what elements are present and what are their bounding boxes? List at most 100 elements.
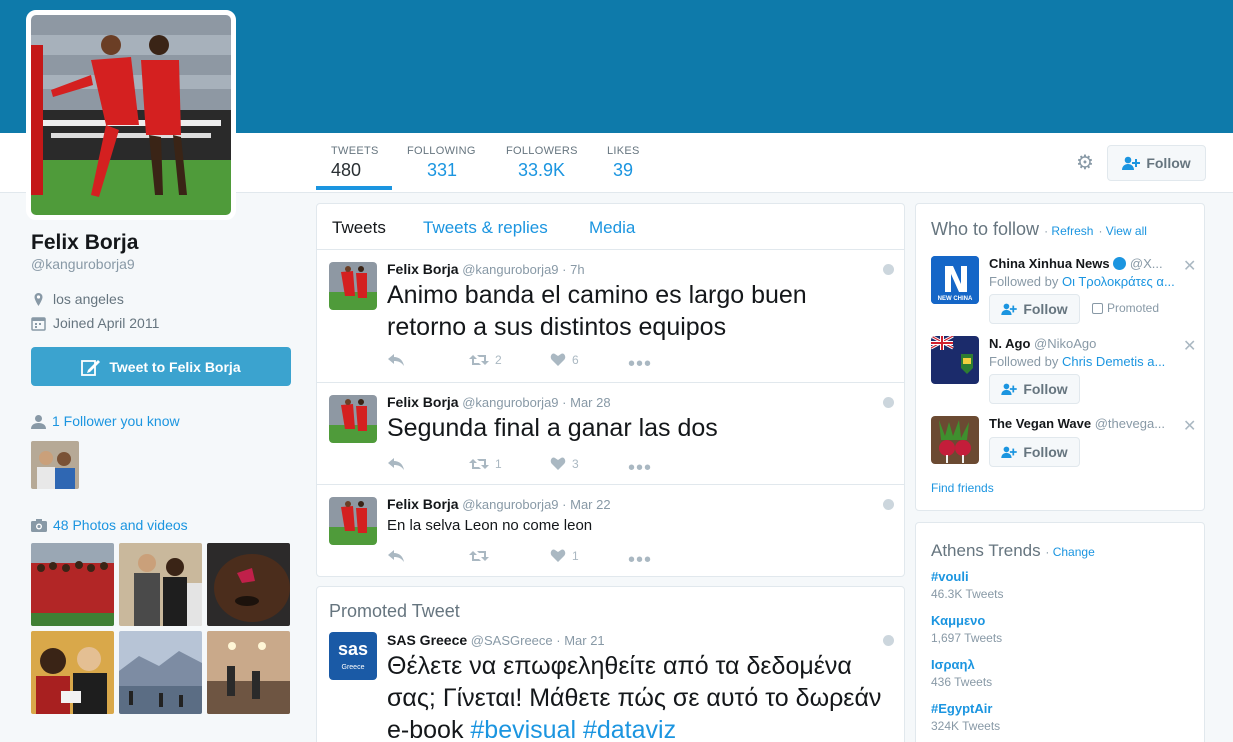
reply-action[interactable]: [387, 549, 405, 563]
suggestion-display-name: China Xinhua News: [989, 256, 1110, 271]
calendar-icon: [31, 316, 46, 331]
refresh-link[interactable]: Refresh: [1051, 224, 1093, 238]
reply-action[interactable]: [387, 353, 405, 367]
media-photo: [207, 543, 290, 626]
follow-button-label: Follow: [1146, 155, 1191, 171]
like-count: 1: [572, 549, 579, 563]
suggestion-handle: @X...: [1129, 256, 1163, 271]
sas-logo[interactable]: sas Greece: [329, 632, 377, 680]
retweet-action[interactable]: [469, 549, 495, 563]
retweet-action[interactable]: 1: [469, 457, 502, 471]
more-icon[interactable]: •••: [628, 549, 652, 572]
follow-button[interactable]: Follow: [1107, 145, 1206, 181]
like-action[interactable]: 3: [550, 457, 579, 471]
tweet-menu-icon[interactable]: [883, 635, 894, 646]
suggestion-handle: @thevega...: [1094, 416, 1166, 431]
dismiss-icon[interactable]: ✕: [1183, 416, 1196, 436]
tweet-to-button[interactable]: Tweet to Felix Borja: [31, 347, 291, 386]
tweet-menu-icon[interactable]: [883, 499, 894, 510]
tweet-avatar[interactable]: [329, 497, 377, 545]
retweet-icon: [469, 459, 489, 469]
media-thumbnail[interactable]: [207, 631, 290, 714]
follower-avatar[interactable]: [31, 441, 79, 489]
more-icon[interactable]: •••: [628, 457, 652, 480]
tweet-author-name[interactable]: Felix Borja: [387, 261, 459, 277]
tweet-menu-icon[interactable]: [883, 264, 894, 275]
tweet-author-handle[interactable]: @SASGreece: [471, 633, 553, 648]
tweet-header: Felix Borja @kanguroborja9 · Mar 22: [387, 496, 611, 512]
profile-name[interactable]: Felix Borja: [31, 231, 138, 255]
like-action[interactable]: 6: [550, 353, 579, 367]
trend-item[interactable]: Ισραηλ 436 Tweets: [931, 657, 992, 689]
retweet-action[interactable]: 2: [469, 353, 502, 367]
suggestion-name[interactable]: The Vegan Wave @thevega...: [989, 416, 1189, 431]
suggestion-follow-button[interactable]: Follow: [989, 437, 1080, 467]
tweet-author-handle[interactable]: @kanguroborja9: [462, 395, 558, 410]
suggestion-name[interactable]: China Xinhua News @X...: [989, 256, 1189, 271]
like-count: 3: [572, 457, 579, 471]
trends-title: Athens Trends: [931, 541, 1041, 560]
suggestion-follow-button[interactable]: Follow: [989, 294, 1080, 324]
stat-following[interactable]: FOLLOWING 331: [407, 145, 476, 181]
followers-you-know-link[interactable]: 1 Follower you know: [31, 413, 180, 429]
media-photo: [31, 543, 114, 626]
suggestion-avatar[interactable]: [931, 336, 979, 384]
suggestion-avatar[interactable]: NEW CHINA: [931, 256, 979, 304]
tweet-menu-icon[interactable]: [883, 397, 894, 408]
promoted-hashtags[interactable]: #bevisual #dataviz: [470, 716, 676, 742]
stat-followers[interactable]: FOLLOWERS 33.9K: [506, 145, 578, 181]
tweet-avatar[interactable]: [329, 395, 377, 443]
find-friends-link[interactable]: Find friends: [931, 481, 994, 495]
followed-by-link[interactable]: Οι Τρολοκράτες α...: [1062, 274, 1175, 289]
tweet-author-name[interactable]: SAS Greece: [387, 632, 467, 648]
suggestion-avatar[interactable]: [931, 416, 979, 464]
tweet-time[interactable]: 7h: [570, 262, 584, 277]
trend-item[interactable]: Καμμενο 1,697 Tweets: [931, 613, 1002, 645]
tweet-author-handle[interactable]: @kanguroborja9: [462, 262, 558, 277]
followed-by-link[interactable]: Chris Demetis a...: [1062, 354, 1165, 369]
photos-videos-text: 48 Photos and videos: [53, 517, 188, 533]
stat-likes[interactable]: LIKES 39: [607, 145, 640, 181]
like-action[interactable]: 1: [550, 549, 579, 563]
media-thumbnail[interactable]: [207, 543, 290, 626]
stat-value: 480: [331, 160, 362, 180]
view-all-link[interactable]: View all: [1106, 224, 1147, 238]
change-trends-link[interactable]: Change: [1053, 545, 1095, 559]
media-thumbnail[interactable]: [31, 631, 114, 714]
trend-item[interactable]: #EgyptAir 324K Tweets: [931, 701, 1000, 733]
photos-videos-link[interactable]: 48 Photos and videos: [31, 517, 188, 533]
tab-media[interactable]: Media: [589, 218, 635, 238]
promoted-tweet-card[interactable]: Promoted Tweet sas Greece SAS Greece @SA…: [316, 586, 905, 742]
profile-avatar[interactable]: [26, 10, 236, 220]
stat-label: FOLLOWERS: [506, 145, 578, 157]
tab-tweets-replies[interactable]: Tweets & replies: [423, 218, 548, 238]
follow-label: Follow: [1023, 444, 1068, 460]
tweet[interactable]: Felix Borja @kanguroborja9 · 7h Animo ba…: [317, 250, 904, 383]
media-thumbnail[interactable]: [31, 543, 114, 626]
tweet[interactable]: Felix Borja @kanguroborja9 · Mar 28 Segu…: [317, 383, 904, 485]
reply-action[interactable]: [387, 457, 405, 471]
suggestion-name[interactable]: N. Ago @NikoAgo: [989, 336, 1189, 351]
tab-tweets[interactable]: Tweets: [332, 218, 386, 238]
gear-icon[interactable]: ⚙: [1074, 152, 1096, 174]
profile-handle[interactable]: @kanguroborja9: [31, 256, 135, 272]
tweet-avatar[interactable]: [329, 262, 377, 310]
media-thumbnail[interactable]: [119, 543, 202, 626]
more-icon[interactable]: •••: [628, 353, 652, 376]
suggestion-follow-button[interactable]: Follow: [989, 374, 1080, 404]
tweet-time[interactable]: Mar 28: [570, 395, 610, 410]
trend-item[interactable]: #vouli 46.3K Tweets: [931, 569, 1004, 601]
tweet[interactable]: Felix Borja @kanguroborja9 · Mar 22 En l…: [317, 485, 904, 577]
media-thumbnail[interactable]: [119, 631, 202, 714]
tweet-author-handle[interactable]: @kanguroborja9: [462, 497, 558, 512]
dismiss-icon[interactable]: ✕: [1183, 336, 1196, 356]
dismiss-icon[interactable]: ✕: [1183, 256, 1196, 276]
stat-tweets[interactable]: TWEETS 480: [331, 145, 379, 181]
tweet-author-name[interactable]: Felix Borja: [387, 394, 459, 410]
tweet-author-name[interactable]: Felix Borja: [387, 496, 459, 512]
tweet-time[interactable]: Mar 22: [570, 497, 610, 512]
followed-by-prefix: Followed by: [989, 354, 1062, 369]
tweet-time[interactable]: Mar 21: [564, 633, 604, 648]
tweet-text: Segunda final a ganar las dos: [387, 414, 718, 442]
profile-joined: Joined April 2011: [31, 315, 159, 331]
